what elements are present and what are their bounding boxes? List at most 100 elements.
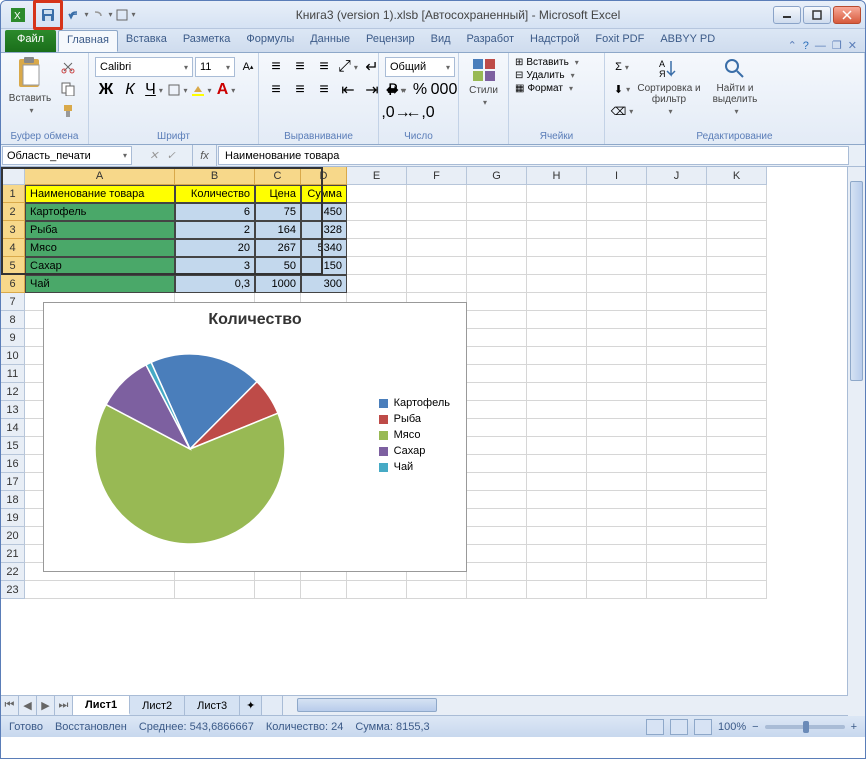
cell[interactable] [707,239,767,257]
ribbon-tab-разметка[interactable]: Разметка [175,30,239,52]
cell[interactable] [467,401,527,419]
cell[interactable] [527,293,587,311]
ribbon-tab-надстрой[interactable]: Надстрой [522,30,587,52]
cell[interactable] [527,527,587,545]
cell[interactable] [467,203,527,221]
cell[interactable] [407,221,467,239]
cell[interactable] [527,473,587,491]
cell[interactable] [587,293,647,311]
cell[interactable] [527,563,587,581]
fill-icon[interactable]: ⬇▾ [611,79,633,99]
cell[interactable]: 75 [255,203,301,221]
enter-formula-icon[interactable]: ✓ [167,149,176,162]
sheet-first-icon[interactable]: ⏮ [1,696,19,715]
cell[interactable]: 3 [175,257,255,275]
cell[interactable] [587,239,647,257]
cell[interactable] [467,329,527,347]
cell[interactable] [467,257,527,275]
cell[interactable] [587,401,647,419]
cell[interactable] [301,581,347,599]
cell[interactable] [707,203,767,221]
row-header[interactable]: 3 [1,221,25,239]
zoom-slider-thumb[interactable] [803,721,809,733]
delete-cells-button[interactable]: ⊟Удалить▾ [515,70,575,81]
cell[interactable] [647,545,707,563]
cut-button[interactable] [57,57,79,77]
cell[interactable] [587,203,647,221]
cell[interactable] [407,581,467,599]
cell[interactable]: 150 [301,257,347,275]
cell[interactable] [527,455,587,473]
cell[interactable] [647,329,707,347]
cell[interactable] [527,329,587,347]
font-size-combo[interactable]: 11▾ [195,57,235,77]
row-header[interactable]: 8 [1,311,25,329]
row-header[interactable]: 23 [1,581,25,599]
cell[interactable] [467,437,527,455]
cell[interactable] [587,185,647,203]
cell[interactable] [707,581,767,599]
minimize-button[interactable] [773,6,801,24]
cell[interactable]: 2 [175,221,255,239]
cell[interactable] [347,257,407,275]
cell[interactable] [347,239,407,257]
row-header[interactable]: 1 [1,185,25,203]
undo-button[interactable]: ▾ [67,4,89,26]
cell[interactable] [467,347,527,365]
font-color-button[interactable]: A▾ [215,80,237,100]
cell[interactable] [347,203,407,221]
styles-button[interactable]: Стили▾ [465,57,502,107]
sheet-prev-icon[interactable]: ◀ [19,696,37,715]
column-header[interactable]: I [587,167,647,185]
row-header[interactable]: 4 [1,239,25,257]
cell[interactable] [587,563,647,581]
zoom-slider[interactable] [765,725,845,729]
align-left-icon[interactable]: ≡ [265,80,287,100]
cell[interactable] [587,527,647,545]
cell[interactable] [707,545,767,563]
cell[interactable]: 328 [301,221,347,239]
font-name-combo[interactable]: Calibri▾ [95,57,193,77]
currency-icon[interactable]: ₽▾ [385,80,407,100]
cell[interactable] [647,527,707,545]
cell[interactable]: 50 [255,257,301,275]
ribbon-tab-главная[interactable]: Главная [58,30,118,52]
cell[interactable]: 1000 [255,275,301,293]
bold-button[interactable]: Ж [95,80,117,100]
column-header[interactable]: H [527,167,587,185]
increase-font-icon[interactable]: A▴ [237,57,259,77]
cell[interactable] [707,419,767,437]
cell[interactable] [587,311,647,329]
row-header[interactable]: 16 [1,455,25,473]
cell[interactable]: Количество [175,185,255,203]
cell[interactable] [707,527,767,545]
cell[interactable] [407,275,467,293]
percent-icon[interactable]: % [409,80,431,100]
cell[interactable] [647,419,707,437]
row-header[interactable]: 14 [1,419,25,437]
cell[interactable] [347,185,407,203]
increase-decimal-icon[interactable]: ,0→ [385,103,407,123]
cell[interactable] [587,221,647,239]
cell[interactable] [527,257,587,275]
cell[interactable] [467,275,527,293]
cell[interactable] [707,365,767,383]
cell[interactable] [587,509,647,527]
column-header[interactable]: F [407,167,467,185]
cell[interactable] [647,455,707,473]
ribbon-tab-foxit pdf[interactable]: Foxit PDF [587,30,652,52]
cell[interactable] [707,185,767,203]
cell[interactable] [707,563,767,581]
cell[interactable]: Сахар [25,257,175,275]
horizontal-scrollbar[interactable] [282,696,865,715]
row-header[interactable]: 20 [1,527,25,545]
cell[interactable] [647,581,707,599]
format-painter-button[interactable] [57,101,79,121]
cell[interactable] [587,329,647,347]
pie-chart[interactable]: Количество КартофельРыбаМясоСахарЧай [43,302,467,572]
cell[interactable] [587,383,647,401]
cell[interactable] [407,239,467,257]
cell[interactable] [707,473,767,491]
row-header[interactable]: 11 [1,365,25,383]
cell[interactable] [467,185,527,203]
